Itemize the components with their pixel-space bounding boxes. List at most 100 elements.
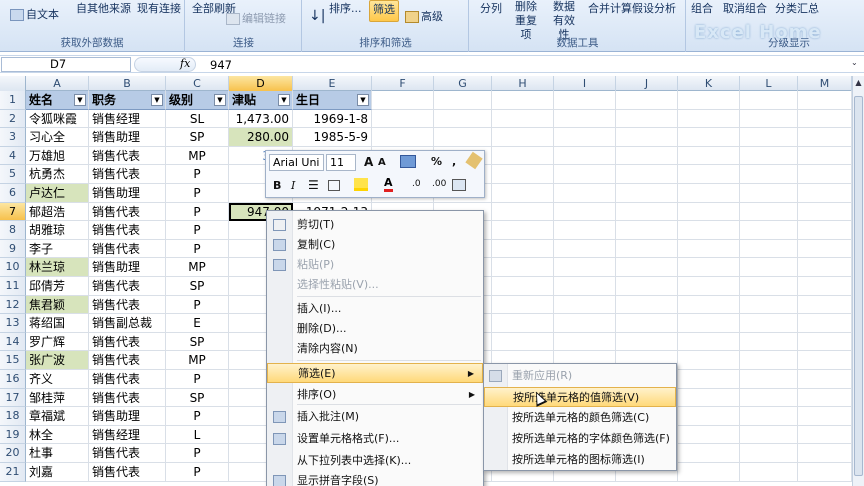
group-button[interactable]: 组合 [691, 0, 713, 16]
cell-b10[interactable]: 销售助理 [89, 258, 166, 277]
empty-cell[interactable] [678, 407, 740, 426]
submenu-item[interactable]: 按所选单元格的图标筛选(I) [484, 450, 676, 470]
cell-b5[interactable]: 销售代表 [89, 165, 166, 184]
empty-cell[interactable] [678, 425, 740, 445]
empty-cell[interactable] [434, 91, 492, 110]
sort-za-icon[interactable]: ↓| [309, 8, 325, 24]
menu-item[interactable]: 排序(O) ▶ [267, 385, 483, 405]
empty-cell[interactable] [798, 444, 852, 463]
filter-dropdown-icon[interactable]: ▼ [278, 94, 290, 106]
empty-cell[interactable] [740, 239, 798, 259]
format-painter-icon[interactable] [400, 155, 416, 168]
empty-cell[interactable] [492, 202, 554, 222]
cell-c14[interactable]: SP [166, 332, 229, 352]
cell-b13[interactable]: 销售副总裁 [89, 314, 166, 333]
empty-cell[interactable] [740, 221, 798, 240]
empty-cell[interactable] [554, 332, 616, 352]
empty-cell[interactable] [678, 202, 740, 222]
select-all-corner[interactable] [0, 76, 26, 91]
cell-c3[interactable]: SP [166, 128, 229, 147]
cell-b11[interactable]: 销售代表 [89, 277, 166, 296]
header-cell-name[interactable]: 姓名 ▼ [26, 91, 89, 110]
cell-a16[interactable]: 齐义 [26, 370, 89, 389]
font-color-button[interactable]: A [384, 177, 393, 192]
cell-a2[interactable]: 令狐咪霞 [26, 109, 89, 129]
empty-cell[interactable] [678, 258, 740, 277]
row-header[interactable]: 13 [0, 314, 26, 333]
row-header[interactable]: 19 [0, 425, 26, 445]
filter-dropdown-icon[interactable]: ▼ [214, 94, 226, 106]
cell-a13[interactable]: 蒋绍国 [26, 314, 89, 333]
row-header[interactable]: 1 [0, 91, 26, 110]
menu-item[interactable]: 剪切(T) [267, 215, 483, 235]
empty-cell[interactable] [798, 184, 852, 203]
column-header-h[interactable]: H [492, 76, 554, 91]
sort-button[interactable]: 排序... [329, 0, 362, 16]
empty-cell[interactable] [492, 165, 554, 184]
cell-d2[interactable]: 1,473.00 [229, 109, 293, 129]
header-cell-level[interactable]: 级别 ▼ [166, 91, 229, 110]
vertical-scrollbar[interactable]: ▲ [852, 76, 864, 486]
empty-cell[interactable] [740, 91, 798, 110]
empty-cell[interactable] [554, 295, 616, 315]
cell-c7[interactable]: P [166, 202, 229, 222]
comma-button[interactable]: , [452, 155, 456, 168]
menu-item[interactable]: 选择性粘贴(V)... [267, 275, 483, 295]
cell-e2[interactable]: 1969-1-8 [293, 109, 372, 129]
from-other-sources-button[interactable]: 自其他来源 [76, 0, 131, 16]
consolidate-button[interactable]: 合并计算 [588, 0, 632, 16]
menu-item[interactable]: 筛选(E) ▶ [267, 363, 483, 383]
cell-c16[interactable]: P [166, 370, 229, 389]
cell-b3[interactable]: 销售助理 [89, 128, 166, 147]
cell-a10[interactable]: 林兰琼 [26, 258, 89, 277]
row-header[interactable]: 12 [0, 295, 26, 315]
submenu-item[interactable]: 按所选单元格的颜色筛选(C) [484, 408, 676, 428]
empty-cell[interactable] [492, 91, 554, 110]
cell-a18[interactable]: 章福斌 [26, 407, 89, 426]
empty-cell[interactable] [678, 388, 740, 408]
advanced-button[interactable]: 高级 [405, 8, 443, 24]
empty-cell[interactable] [492, 109, 554, 129]
empty-cell[interactable] [798, 314, 852, 333]
cell-c5[interactable]: P [166, 165, 229, 184]
cell-b17[interactable]: 销售代表 [89, 388, 166, 408]
cell-e3[interactable]: 1985-5-9 [293, 128, 372, 147]
cell-a8[interactable]: 胡雅琼 [26, 221, 89, 240]
cell-a19[interactable]: 林全 [26, 425, 89, 445]
formula-input[interactable]: 947 [210, 58, 232, 72]
header-cell-allowance[interactable]: 津贴 ▼ [229, 91, 293, 110]
empty-cell[interactable] [798, 277, 852, 296]
row-header[interactable]: 8 [0, 221, 26, 240]
empty-cell[interactable] [798, 463, 852, 482]
empty-cell[interactable] [678, 109, 740, 129]
empty-cell[interactable] [798, 258, 852, 277]
row-header[interactable]: 17 [0, 388, 26, 408]
cell-c8[interactable]: P [166, 221, 229, 240]
empty-cell[interactable] [678, 332, 740, 352]
cell-c6[interactable]: P [166, 184, 229, 203]
cell-a21[interactable]: 刘嘉 [26, 463, 89, 482]
cell-b21[interactable]: 销售代表 [89, 463, 166, 482]
scroll-thumb[interactable] [854, 96, 863, 476]
empty-cell[interactable] [616, 221, 678, 240]
empty-cell[interactable] [492, 277, 554, 296]
row-header[interactable]: 10 [0, 258, 26, 277]
cell-b16[interactable]: 销售代表 [89, 370, 166, 389]
menu-item[interactable]: 设置单元格格式(F)... [267, 429, 483, 449]
empty-cell[interactable] [798, 407, 852, 426]
borders-icon[interactable] [328, 180, 340, 191]
row-header[interactable]: 21 [0, 463, 26, 482]
from-text-button[interactable]: 自文本 [10, 6, 59, 22]
empty-cell[interactable] [798, 425, 852, 445]
cell-c9[interactable]: P [166, 239, 229, 259]
cell-c10[interactable]: MP [166, 258, 229, 277]
submenu-item[interactable]: 按所选单元格的字体颜色筛选(F) [484, 429, 676, 449]
empty-cell[interactable] [554, 221, 616, 240]
empty-cell[interactable] [554, 109, 616, 129]
empty-cell[interactable] [798, 165, 852, 184]
percent-button[interactable]: % [431, 155, 442, 168]
font-size-box[interactable]: 11 [326, 154, 356, 171]
empty-cell[interactable] [616, 239, 678, 259]
empty-cell[interactable] [740, 370, 798, 389]
empty-cell[interactable] [492, 221, 554, 240]
